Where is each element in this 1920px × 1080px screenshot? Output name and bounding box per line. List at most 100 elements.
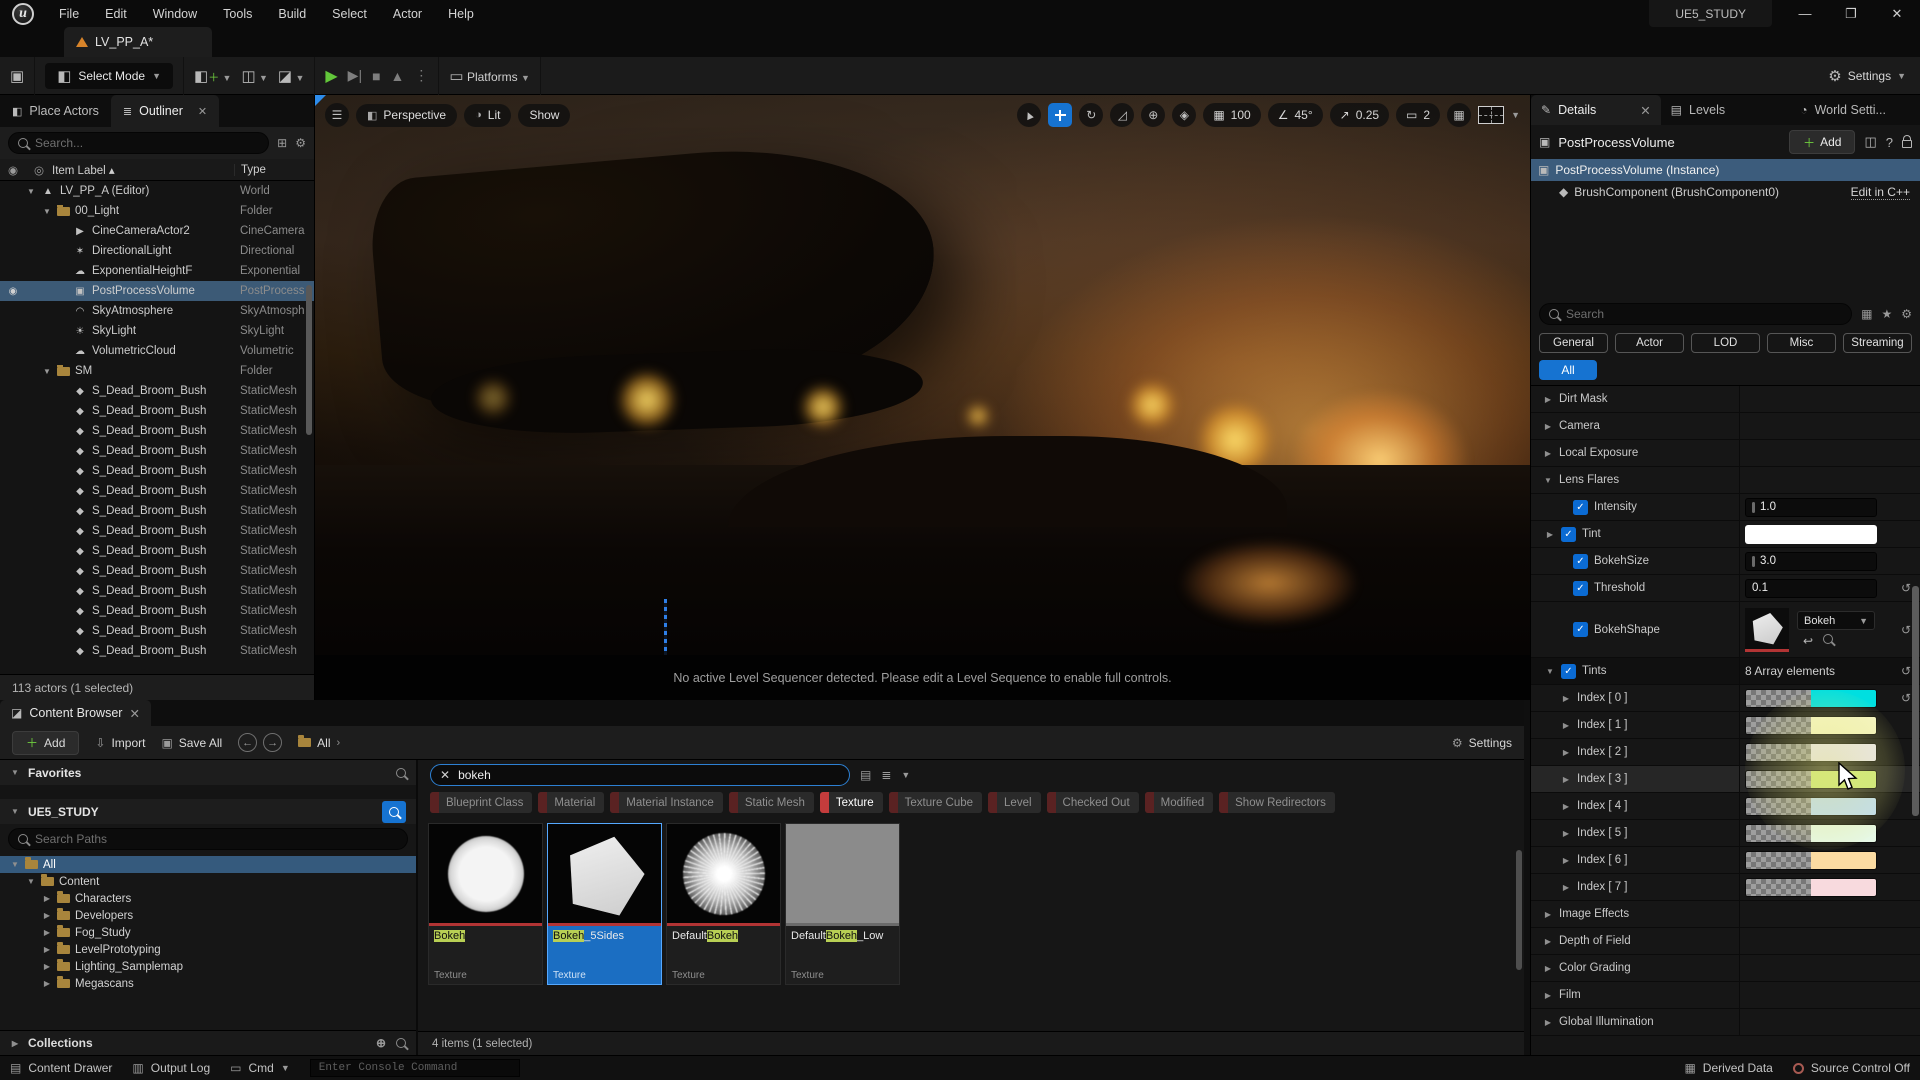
- play-button[interactable]: ▶: [325, 66, 337, 86]
- viewport-options-hamburger-icon[interactable]: ☰: [325, 103, 349, 127]
- select-tool-button[interactable]: ▲: [1017, 103, 1041, 127]
- maximize-viewport-button[interactable]: ▦: [1447, 103, 1471, 127]
- add-collection-icon[interactable]: ⊕: [376, 1036, 386, 1050]
- item-label-column[interactable]: Item Label ▴: [52, 163, 234, 177]
- tints-index-2[interactable]: ▶Index [ 2 ]: [1531, 739, 1920, 766]
- outliner-settings-gear-icon[interactable]: ⚙: [295, 136, 306, 150]
- close-icon[interactable]: ✕: [129, 706, 139, 721]
- section-dirt-mask[interactable]: ▶Dirt Mask: [1531, 386, 1920, 413]
- bokehshape-thumbnail[interactable]: [1745, 608, 1789, 652]
- details-filter-general[interactable]: General: [1539, 333, 1608, 353]
- level-tab[interactable]: LV_PP_A*: [64, 27, 212, 57]
- outliner-row[interactable]: ◉▣PostProcessVolumePostProcess: [0, 281, 314, 301]
- rotate-tool-button[interactable]: ↻: [1079, 103, 1103, 127]
- prop-bokehshape[interactable]: ✓BokehShapeBokeh▼↩↺: [1531, 602, 1920, 658]
- outliner-row[interactable]: ◆S_Dead_Broom_BushStaticMesh: [0, 401, 314, 421]
- filter-chip-checked-out[interactable]: Checked Out: [1047, 792, 1139, 813]
- asset-tile-bokeh[interactable]: BokehTexture: [428, 823, 543, 985]
- browse-to-asset-icon[interactable]: [1823, 634, 1833, 644]
- tint-swatch[interactable]: [1745, 525, 1877, 544]
- camera-speed-control[interactable]: ▭2: [1396, 103, 1440, 127]
- tint-color-swatch[interactable]: [1745, 851, 1877, 870]
- outliner-row[interactable]: ▼00_LightFolder: [0, 201, 314, 221]
- details-filter-lod[interactable]: LOD: [1691, 333, 1760, 353]
- tint-color-swatch[interactable]: [1745, 743, 1877, 762]
- tints-index-0[interactable]: ▶Index [ 0 ]↺: [1531, 685, 1920, 712]
- section-depth-of-field[interactable]: ▶Depth of Field: [1531, 928, 1920, 955]
- tint-color-swatch[interactable]: [1745, 689, 1877, 708]
- expander-icon[interactable]: ▶: [1543, 449, 1553, 458]
- clear-search-icon[interactable]: ✕: [440, 768, 450, 782]
- scale-snap-control[interactable]: ↗0.25: [1330, 103, 1389, 127]
- outliner-row[interactable]: ◆S_Dead_Broom_BushStaticMesh: [0, 481, 314, 501]
- display-options-icon[interactable]: ▦: [1861, 307, 1872, 321]
- content-browser-settings-button[interactable]: ⚙Settings: [1452, 736, 1512, 750]
- tab-world-settings[interactable]: ◔World Setti...: [1790, 95, 1920, 125]
- close-icon[interactable]: ✕: [198, 105, 207, 118]
- expander-icon[interactable]: ▶: [1543, 910, 1553, 919]
- folder-tree-item-fog_study[interactable]: ▶Fog_Study: [0, 924, 416, 941]
- checkbox[interactable]: ✓: [1573, 581, 1588, 596]
- menu-select[interactable]: Select: [319, 0, 380, 27]
- section-image-effects[interactable]: ▶Image Effects: [1531, 901, 1920, 928]
- volume-gizmo-line[interactable]: [664, 599, 667, 655]
- select-mode-dropdown[interactable]: ◧ Select Mode ▼: [45, 63, 173, 89]
- cinematics-dropdown[interactable]: ◪ ▼: [278, 67, 304, 85]
- filter-chip-level[interactable]: Level: [988, 792, 1041, 813]
- play-options-kebab-icon[interactable]: ⋮: [414, 67, 428, 84]
- expander-icon[interactable]: ▶: [42, 928, 52, 937]
- level-viewport[interactable]: ☰ ◧Perspective ◑Lit Show ▲ ↻ ◿ ⊕ ◈ ▦100 …: [315, 95, 1530, 700]
- show-dropdown[interactable]: Show: [518, 104, 570, 127]
- outliner-row[interactable]: ▶CineCameraActor2CineCamera: [0, 221, 314, 241]
- folder-tree-item-content[interactable]: ▼Content: [0, 873, 416, 890]
- frame-skip-button[interactable]: ▶|: [348, 67, 362, 84]
- threshold-field[interactable]: 0.1: [1745, 579, 1877, 598]
- favorites-section-header[interactable]: ▼ Favorites: [0, 760, 416, 785]
- console-command-input[interactable]: Enter Console Command: [310, 1059, 520, 1077]
- section-local-exposure[interactable]: ▶Local Exposure: [1531, 440, 1920, 467]
- section-color-grading[interactable]: ▶Color Grading: [1531, 955, 1920, 982]
- outliner-row[interactable]: ▼▲LV_PP_A (Editor)World: [0, 181, 314, 201]
- visibility-column-eye-icon[interactable]: ◉: [0, 163, 26, 177]
- expander-icon[interactable]: ▶: [1543, 991, 1553, 1000]
- perspective-dropdown[interactable]: ◧Perspective: [356, 104, 457, 127]
- outliner-row[interactable]: ◆S_Dead_Broom_BushStaticMesh: [0, 421, 314, 441]
- expander-icon[interactable]: ▼: [26, 187, 36, 196]
- expander-icon[interactable]: ▶: [1561, 883, 1571, 892]
- tab-levels[interactable]: ▤Levels: [1661, 95, 1791, 125]
- tint-color-swatch[interactable]: [1745, 716, 1877, 735]
- lit-dropdown[interactable]: ◑Lit: [464, 104, 511, 127]
- checkbox[interactable]: ✓: [1561, 664, 1576, 679]
- expander-icon[interactable]: ▼: [1545, 667, 1555, 676]
- bokehsize-field[interactable]: 3.0: [1745, 552, 1877, 571]
- viewport-layout-widget[interactable]: [1478, 106, 1504, 124]
- folder-tree-item-megascans[interactable]: ▶Megascans: [0, 975, 416, 992]
- blueprint-convert-icon[interactable]: ◫: [1864, 134, 1876, 150]
- expander-icon[interactable]: ▶: [1543, 937, 1553, 946]
- filter-chip-texture-cube[interactable]: Texture Cube: [889, 792, 982, 813]
- outliner-row[interactable]: ☁ExponentialHeightFExponential: [0, 261, 314, 281]
- revert-icon[interactable]: ↺: [1901, 623, 1911, 637]
- cmd-dropdown[interactable]: ▭Cmd▼: [230, 1061, 290, 1075]
- expander-icon[interactable]: ▶: [1543, 395, 1553, 404]
- details-filter-streaming[interactable]: Streaming: [1843, 333, 1912, 353]
- tab-place-actors[interactable]: ◧ Place Actors: [0, 95, 111, 127]
- details-settings-gear-icon[interactable]: ⚙: [1901, 307, 1912, 321]
- expander-icon[interactable]: ▶: [1561, 721, 1571, 730]
- filter-all-button[interactable]: All: [1539, 360, 1597, 380]
- expander-icon[interactable]: ▶: [1561, 802, 1571, 811]
- expander-icon[interactable]: ▼: [26, 877, 36, 886]
- asset-tile-bokeh_5sides[interactable]: Bokeh_5SidesTexture: [547, 823, 662, 985]
- folder-tree-item-all[interactable]: ▼All: [0, 856, 416, 873]
- filter-chip-modified[interactable]: Modified: [1145, 792, 1213, 813]
- checkbox[interactable]: ✓: [1573, 622, 1588, 637]
- unreal-logo-icon[interactable]: u: [0, 3, 46, 25]
- back-button[interactable]: ←: [238, 733, 257, 752]
- tints-index-1[interactable]: ▶Index [ 1 ]: [1531, 712, 1920, 739]
- revert-icon[interactable]: ↺: [1901, 691, 1911, 705]
- filter-chip-material[interactable]: Material: [538, 792, 604, 813]
- prop-threshold[interactable]: ✓Threshold0.1↺: [1531, 575, 1920, 602]
- chevron-down-icon[interactable]: ▼: [1511, 110, 1520, 120]
- save-icon[interactable]: ▣: [10, 67, 24, 85]
- expander-icon[interactable]: ▶: [42, 945, 52, 954]
